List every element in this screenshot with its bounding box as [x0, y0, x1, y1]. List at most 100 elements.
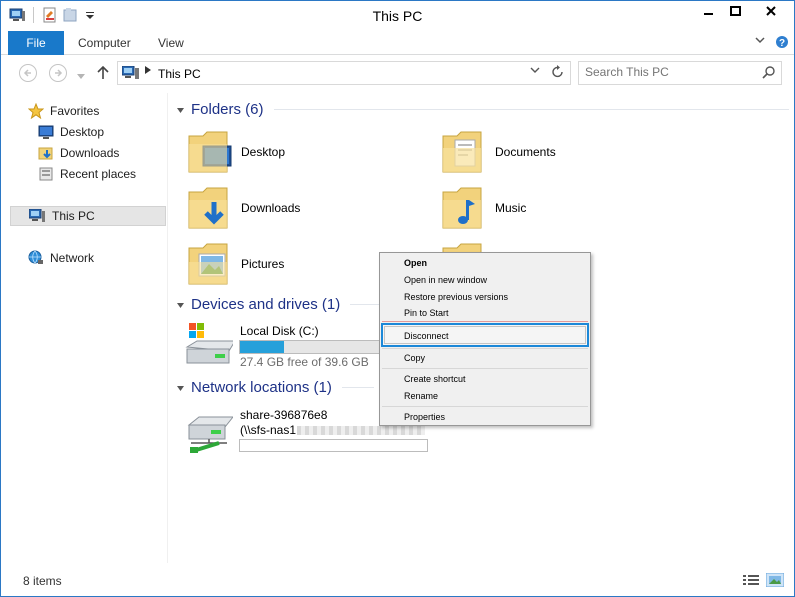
menu-separator — [382, 321, 588, 322]
collapse-arrow-icon — [177, 107, 184, 113]
nav-item-desktop[interactable]: Desktop — [38, 122, 104, 142]
section-title: Folders (6) — [191, 101, 264, 118]
menu-item-properties[interactable]: Properties — [404, 412, 445, 422]
large-icons-view-icon[interactable] — [765, 572, 785, 590]
share-path: (\\sfs-nas1 — [240, 423, 297, 437]
window-controls — [696, 1, 794, 21]
menu-item-create-shortcut[interactable]: Create shortcut — [404, 374, 466, 384]
section-network-locations[interactable]: Network locations (1) — [177, 379, 374, 396]
back-arrow-icon — [23, 69, 31, 77]
help-icon[interactable]: ? — [775, 35, 789, 52]
nav-item-label: Downloads — [60, 146, 120, 160]
search-icon[interactable] — [762, 65, 776, 82]
downloads-folder-icon — [188, 187, 228, 229]
search-box[interactable] — [578, 61, 782, 85]
menu-item-disconnect[interactable]: Disconnect — [404, 331, 449, 341]
nav-item-label: Recent places — [60, 167, 137, 181]
forward-button[interactable] — [49, 64, 67, 82]
breadcrumb-chevron-icon[interactable] — [145, 66, 151, 76]
address-bar[interactable]: This PC — [117, 61, 571, 85]
nav-item-network[interactable]: Network — [28, 248, 94, 268]
folder-label: Pictures — [241, 257, 285, 271]
share-name: share-396876e8 — [240, 408, 328, 422]
context-menu: Open Open in new window Restore previous… — [379, 252, 591, 426]
maximize-button[interactable] — [722, 1, 748, 21]
refresh-icon[interactable] — [551, 64, 565, 83]
downloads-folder-icon — [38, 147, 53, 160]
breadcrumb[interactable]: This PC — [158, 67, 201, 81]
section-divider — [273, 109, 789, 110]
folder-label: Documents — [495, 145, 556, 159]
section-folders[interactable]: Folders (6) — [177, 101, 789, 118]
status-bar: 8 items — [1, 569, 794, 596]
menu-item-open[interactable]: Open — [404, 258, 427, 268]
item-count: 8 items — [23, 574, 62, 588]
nav-item-label: Network — [50, 251, 95, 265]
up-button[interactable] — [97, 65, 109, 83]
expand-ribbon-icon[interactable] — [755, 35, 765, 47]
folder-label: Music — [495, 201, 527, 215]
drive-local-disk-c[interactable]: Local Disk (C:) 27.4 GB free of 39.6 GB — [185, 321, 385, 371]
menu-item-restore-previous-versions[interactable]: Restore previous versions — [404, 292, 508, 302]
folder-label: Downloads — [241, 201, 301, 215]
title-bar: This PC — [1, 1, 794, 31]
menu-separator — [382, 406, 588, 407]
share-usage-bar — [239, 439, 428, 452]
nav-item-label: This PC — [52, 209, 95, 223]
nav-item-favorites[interactable]: Favorites — [28, 101, 99, 121]
view-switcher — [742, 572, 785, 590]
drive-usage-fill — [240, 341, 284, 353]
folder-music[interactable]: Music — [441, 184, 526, 232]
forward-arrow-icon — [55, 69, 63, 77]
up-arrow-icon — [97, 65, 109, 79]
star-icon — [28, 103, 44, 119]
minimize-icon — [704, 13, 713, 15]
pane-divider[interactable] — [167, 93, 168, 563]
menu-item-rename[interactable]: Rename — [404, 391, 438, 401]
desktop-folder-icon — [188, 131, 232, 173]
menu-separator — [382, 368, 588, 369]
folder-documents[interactable]: Documents — [441, 128, 556, 176]
menu-item-copy[interactable]: Copy — [404, 353, 425, 363]
nav-item-recent-places[interactable]: Recent places — [38, 164, 136, 184]
folder-label: Desktop — [241, 145, 286, 159]
nav-item-label: Desktop — [60, 125, 105, 139]
details-view-icon[interactable] — [742, 573, 760, 590]
recent-places-icon — [39, 167, 53, 181]
menu-item-pin-to-start[interactable]: Pin to Start — [404, 308, 449, 318]
folder-desktop[interactable]: Desktop — [187, 128, 285, 176]
section-title: Devices and drives (1) — [191, 296, 341, 313]
documents-folder-icon — [442, 131, 482, 173]
hard-drive-icon — [185, 323, 233, 364]
network-icon — [28, 250, 43, 264]
menu-item-open-in-new-window[interactable]: Open in new window — [404, 275, 487, 285]
navigation-pane: Favorites Desktop Downloads Recent place… — [1, 93, 167, 563]
search-input[interactable] — [585, 65, 755, 79]
close-button[interactable] — [748, 1, 794, 21]
minimize-button[interactable] — [696, 1, 722, 21]
this-pc-icon — [121, 65, 140, 83]
back-button[interactable] — [19, 64, 37, 82]
desktop-icon — [38, 125, 54, 139]
network-drive-icon — [187, 416, 233, 453]
drive-usage-bar — [239, 340, 383, 354]
recent-locations-icon[interactable] — [77, 69, 85, 83]
nav-item-downloads[interactable]: Downloads — [38, 143, 119, 163]
redacted-text — [297, 426, 425, 435]
pictures-folder-icon — [188, 243, 228, 285]
tab-view[interactable]: View — [158, 31, 184, 55]
folder-downloads[interactable]: Downloads — [187, 184, 300, 232]
close-icon — [766, 6, 776, 16]
tab-file[interactable]: File — [8, 31, 64, 55]
nav-item-label: Favorites — [50, 104, 100, 118]
address-dropdown-icon[interactable] — [530, 65, 540, 77]
collapse-arrow-icon — [177, 385, 184, 391]
collapse-arrow-icon — [177, 302, 184, 308]
svg-text:?: ? — [779, 38, 785, 49]
nav-item-this-pc[interactable]: This PC — [10, 206, 166, 226]
drive-free-space: 27.4 GB free of 39.6 GB — [240, 355, 369, 369]
tab-computer[interactable]: Computer — [78, 31, 131, 55]
section-devices-and-drives[interactable]: Devices and drives (1) — [177, 296, 393, 313]
folder-pictures[interactable]: Pictures — [187, 240, 284, 288]
drive-label: Local Disk (C:) — [240, 324, 319, 338]
